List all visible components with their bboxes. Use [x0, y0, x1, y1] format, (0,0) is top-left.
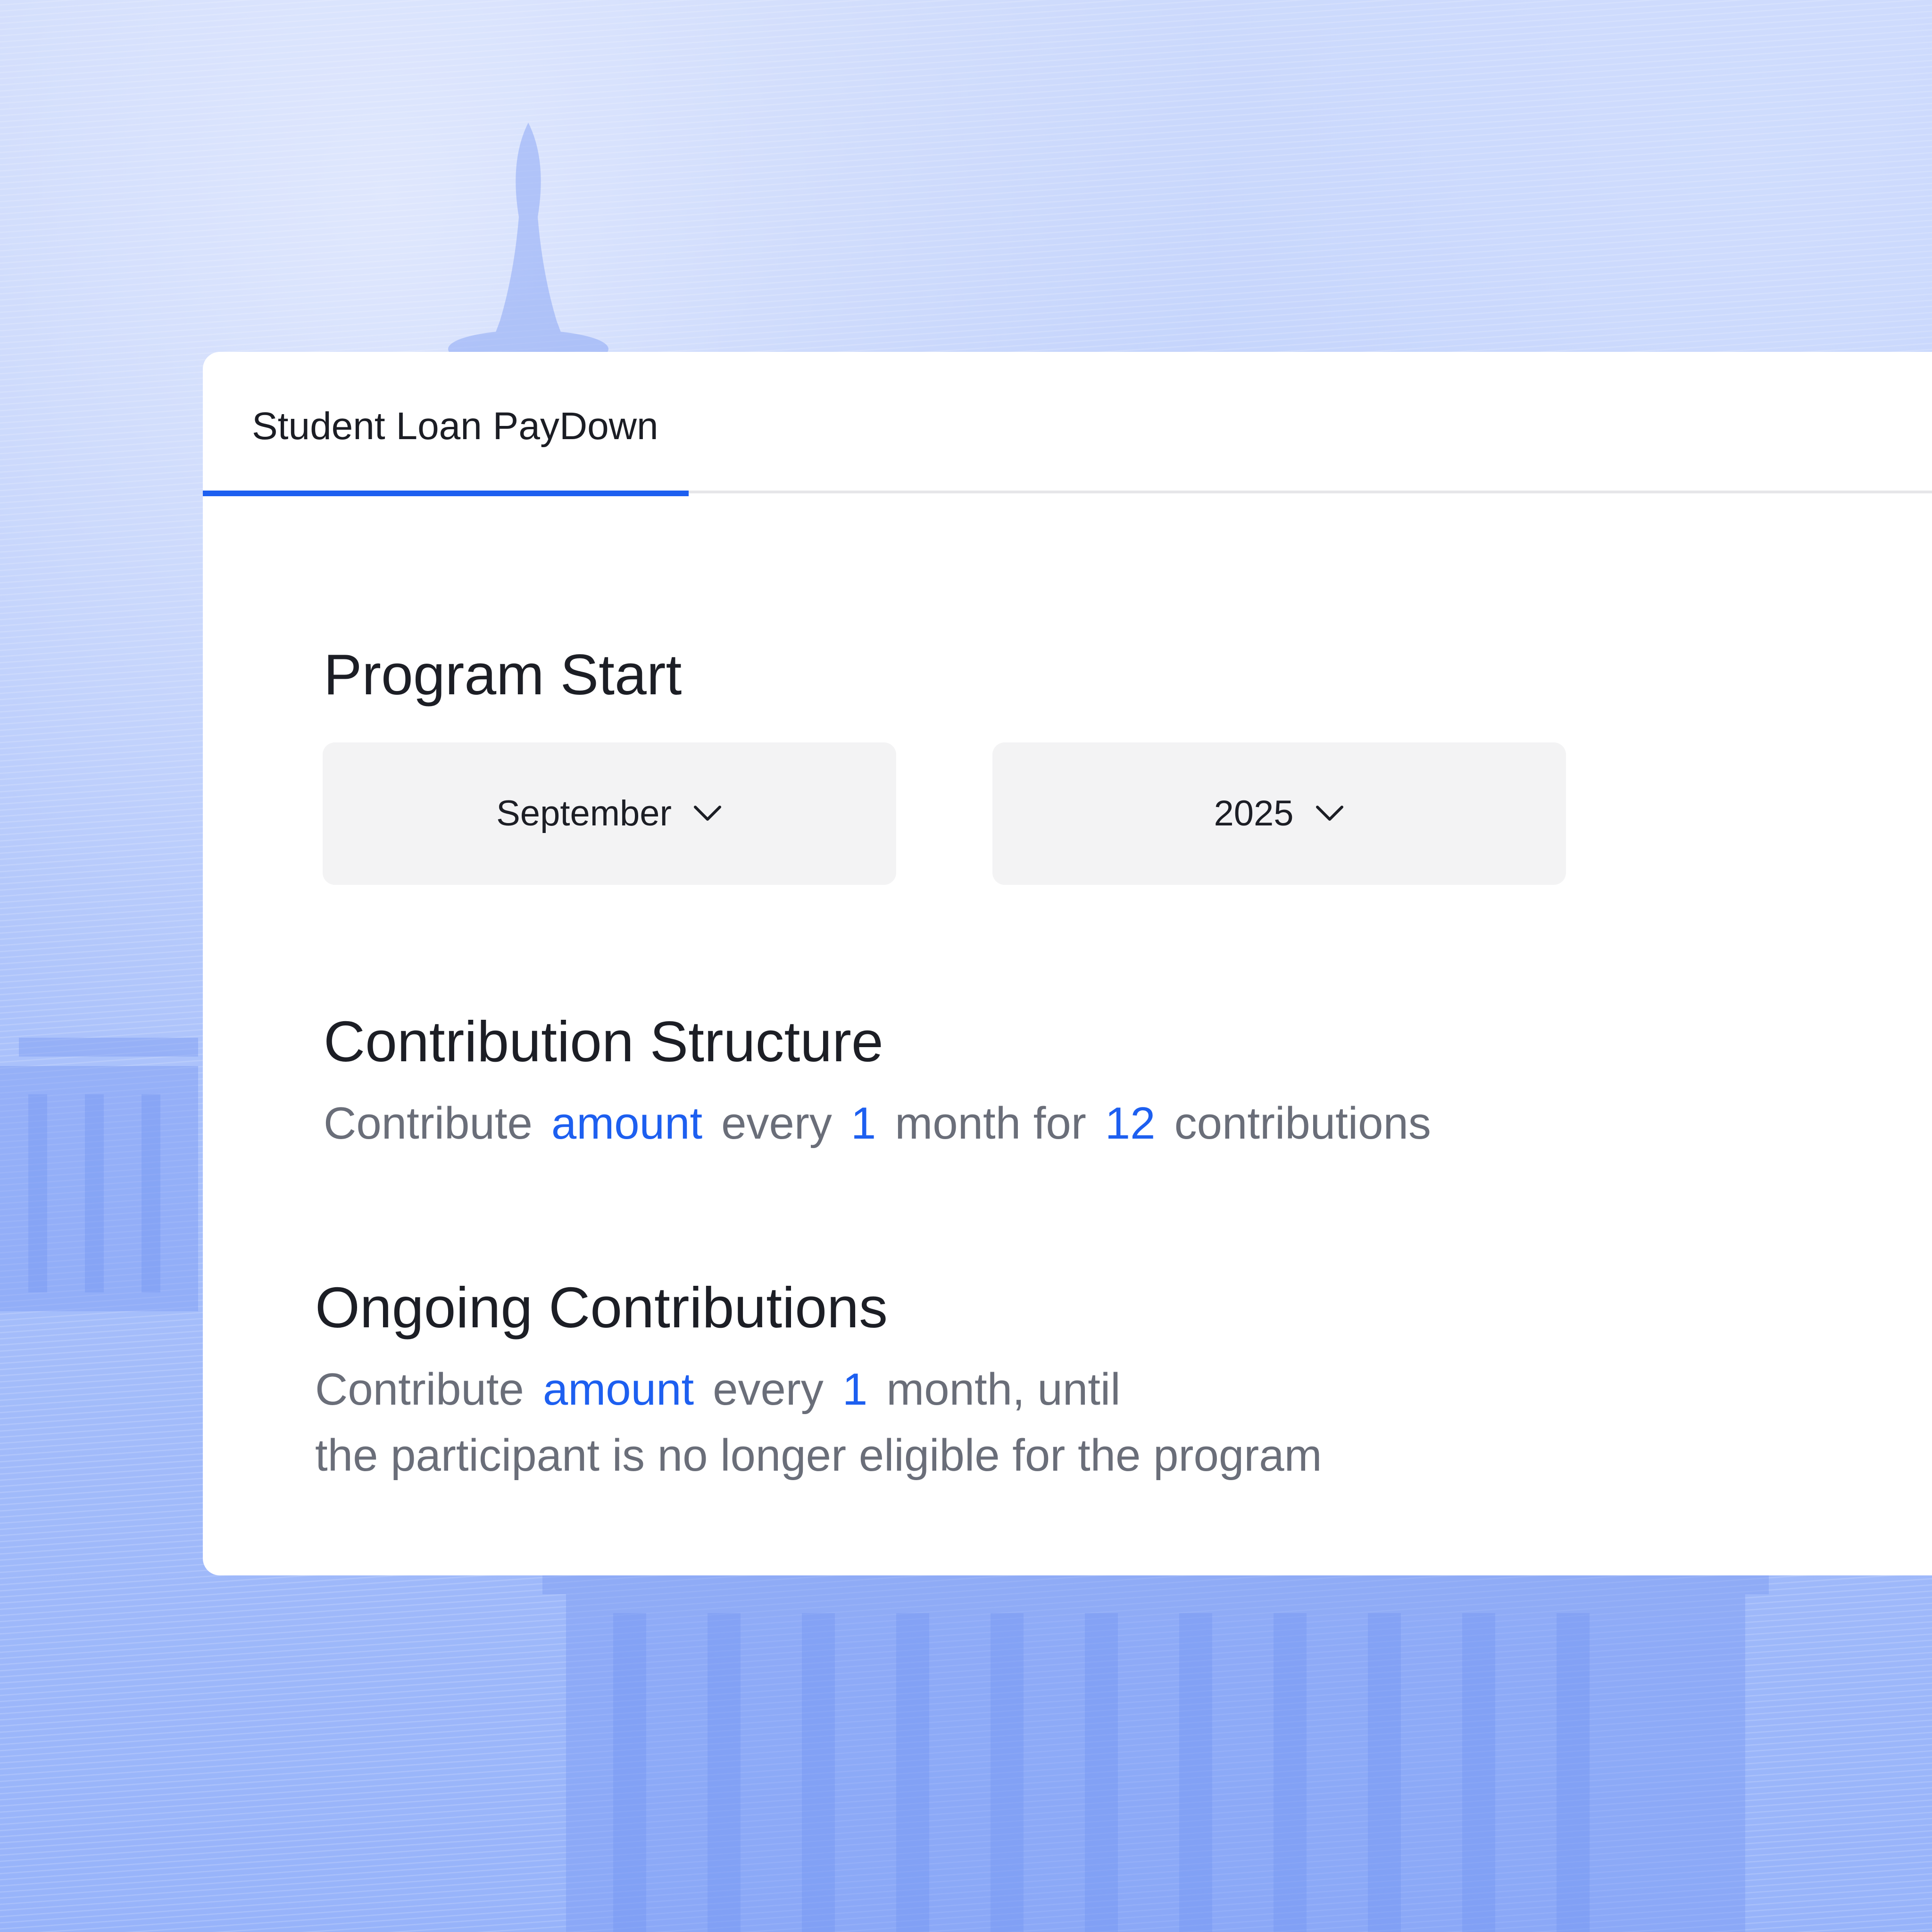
active-tab-indicator — [203, 491, 689, 496]
contribution-structure-title: Contribution Structure — [324, 1009, 883, 1074]
chevron-down-icon — [1316, 806, 1343, 821]
program-start-title: Program Start — [324, 642, 682, 707]
sentence-text: contributions — [1174, 1098, 1431, 1149]
count-token[interactable]: 12 — [1105, 1098, 1156, 1149]
sentence-text: Contribute — [315, 1364, 524, 1415]
month-select-content: September — [496, 792, 723, 835]
ongoing-contributions-condition: the participant is no longer eligible fo… — [315, 1430, 1322, 1481]
interval-token[interactable]: 1 — [851, 1098, 876, 1149]
sentence-text: Contribute — [324, 1098, 533, 1149]
sentence-text: every — [713, 1364, 824, 1415]
sentence-text: month, until — [886, 1364, 1121, 1415]
tab-label: Student Loan PayDown — [252, 405, 658, 448]
ongoing-contributions-title: Ongoing Contributions — [315, 1275, 888, 1340]
ongoing-contributions-sentence: Contribute amount every 1 month, until — [315, 1357, 1121, 1423]
amount-token[interactable]: amount — [543, 1364, 694, 1415]
interval-token[interactable]: 1 — [842, 1364, 867, 1415]
contribution-structure-sentence: Contribute amount every 1 month for 12 contrib… — [324, 1091, 1431, 1157]
month-select[interactable]: September — [323, 742, 896, 885]
sentence-text: every — [721, 1098, 832, 1149]
tab-student-loan-paydown[interactable]: Student Loan PayDown — [203, 352, 689, 496]
year-select[interactable]: 2025 — [992, 742, 1566, 885]
tab-bar: Student Loan PayDown — [203, 352, 1932, 496]
year-select-content: 2025 — [1214, 792, 1344, 835]
program-settings-card: Student Loan PayDown Program Start Septe… — [203, 352, 1932, 1575]
month-select-value: September — [496, 793, 672, 833]
year-select-value: 2025 — [1214, 793, 1294, 833]
amount-token[interactable]: amount — [551, 1098, 702, 1149]
sentence-text: month for — [895, 1098, 1086, 1149]
chevron-down-icon — [693, 806, 721, 821]
